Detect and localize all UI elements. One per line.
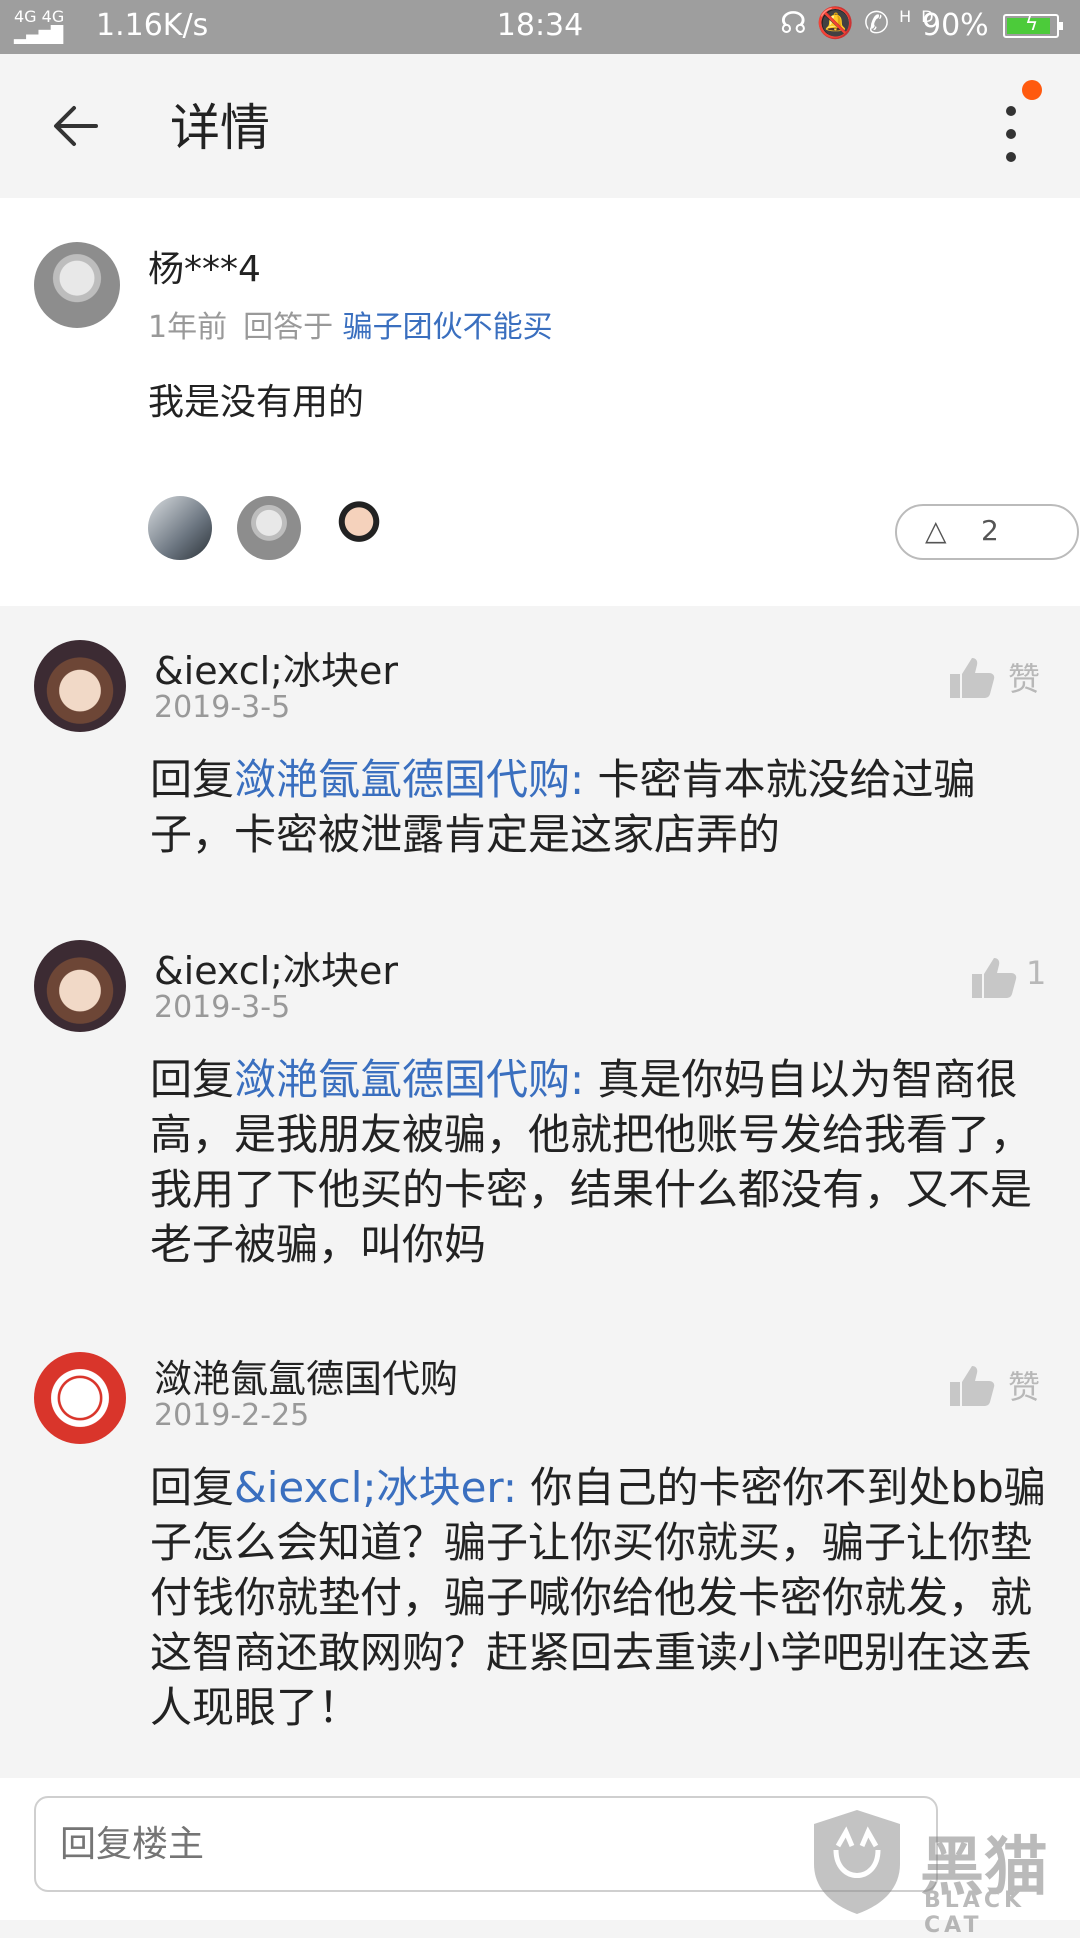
upvote-count: 2 xyxy=(981,514,999,547)
upvote-icon: △ xyxy=(925,514,947,547)
comment-item: &iexcl;冰块er 2019-3-5 1 回复潋滟氤氲德国代购: 真是你妈自… xyxy=(0,906,1080,1286)
liker-avatar[interactable] xyxy=(327,496,391,560)
comment-date: 2019-3-5 xyxy=(154,990,291,1025)
notification-badge xyxy=(1022,80,1042,100)
comment-author[interactable]: &iexcl;冰块er xyxy=(154,940,398,995)
thumbs-up-icon xyxy=(950,1366,995,1406)
reply-to-link[interactable]: &iexcl;冰块er: xyxy=(234,1463,517,1512)
reply-to-link[interactable]: 潋滟氤氲德国代购: xyxy=(234,755,584,804)
battery-icon: ϟ xyxy=(1003,11,1063,38)
reply-target-link[interactable]: 骗子团伙不能买 xyxy=(343,310,553,345)
like-label[interactable]: 赞 xyxy=(1008,1362,1040,1408)
bell-muted-icon: 🔕 xyxy=(816,6,865,41)
status-icons: ☊🔕✆HD xyxy=(780,6,944,41)
avatar[interactable] xyxy=(34,1352,126,1444)
charging-icon: ϟ xyxy=(1025,11,1039,35)
more-vertical-icon-dot xyxy=(1006,129,1016,139)
post-content: 我是没有用的 xyxy=(148,382,365,423)
reply-to-link[interactable]: 潋滟氤氲德国代购: xyxy=(234,1055,584,1104)
watermark-subtitle: BLACK CAT xyxy=(924,1888,1026,1938)
liker-avatar[interactable] xyxy=(237,496,301,560)
like-button[interactable] xyxy=(948,1364,996,1408)
post-author[interactable]: 杨***4 xyxy=(148,240,261,292)
reply-prefix: 回答于 xyxy=(243,310,334,345)
app-header: 详情 xyxy=(0,54,1080,198)
comment-author[interactable]: 潋滟氤氲德国代购 xyxy=(154,1348,458,1403)
reply-prefix: 回复 xyxy=(150,1055,235,1104)
comment-body: 回复潋滟氤氲德国代购: 真是你妈自以为智商很高，是我朋友被骗，他就把他账号发给我… xyxy=(150,1052,1048,1272)
reply-prefix: 回复 xyxy=(150,755,235,804)
battery-percent: 90% xyxy=(922,8,989,43)
like-count: 1 xyxy=(1026,954,1047,992)
more-vertical-icon xyxy=(1006,106,1016,116)
comment-author[interactable]: &iexcl;冰块er xyxy=(154,640,398,695)
main-post: 杨***4 1年前 回答于 骗子团伙不能买 我是没有用的 △ 2 xyxy=(0,198,1080,606)
comment-date: 2019-3-5 xyxy=(154,690,291,725)
avatar[interactable] xyxy=(34,940,126,1032)
reply-input[interactable] xyxy=(34,1796,938,1892)
avatar[interactable] xyxy=(34,242,120,328)
comment-item: 潋滟氤氲德国代购 2019-2-25 赞 回复&iexcl;冰块er: 你自己的… xyxy=(0,1316,1080,1776)
more-vertical-icon-dot xyxy=(1006,152,1016,162)
liker-avatar[interactable] xyxy=(148,496,212,560)
like-label[interactable]: 赞 xyxy=(1008,654,1040,700)
comment-body: 回复潋滟氤氲德国代购: 卡密肯本就没给过骗子，卡密被泄露肯定是这家店弄的 xyxy=(150,752,1048,862)
comment-body: 回复&iexcl;冰块er: 你自己的卡密你不到处bb骗子怎么会知道？骗子让你买… xyxy=(150,1460,1048,1735)
watermark-logo: 黑猫 BLACK CAT xyxy=(808,1800,1080,1938)
back-button[interactable] xyxy=(48,98,118,158)
post-meta: 1年前 回答于 骗子团伙不能买 xyxy=(148,302,553,346)
thumbs-up-icon xyxy=(972,958,1017,998)
like-button[interactable] xyxy=(970,956,1018,1000)
avatar[interactable] xyxy=(34,640,126,732)
comment-date: 2019-2-25 xyxy=(154,1398,310,1433)
arrow-left-icon xyxy=(54,106,98,146)
comment-item: &iexcl;冰块er 2019-3-5 赞 回复潋滟氤氲德国代购: 卡密肯本就… xyxy=(0,606,1080,896)
like-button[interactable] xyxy=(948,656,996,700)
more-menu-button[interactable] xyxy=(992,80,1042,174)
headset-icon: ☊ xyxy=(780,6,817,41)
upvote-button[interactable]: △ 2 xyxy=(895,504,1079,560)
cat-shield-icon xyxy=(814,1810,900,1914)
post-time: 1年前 xyxy=(148,310,228,345)
page-title: 详情 xyxy=(170,99,270,157)
status-bar: 4G 4G ▂▄▆█ 1.16K/s 18:34 ☊🔕✆HD 90% ϟ xyxy=(0,0,1080,54)
thumbs-up-icon xyxy=(950,658,995,698)
reply-prefix: 回复 xyxy=(150,1463,235,1512)
